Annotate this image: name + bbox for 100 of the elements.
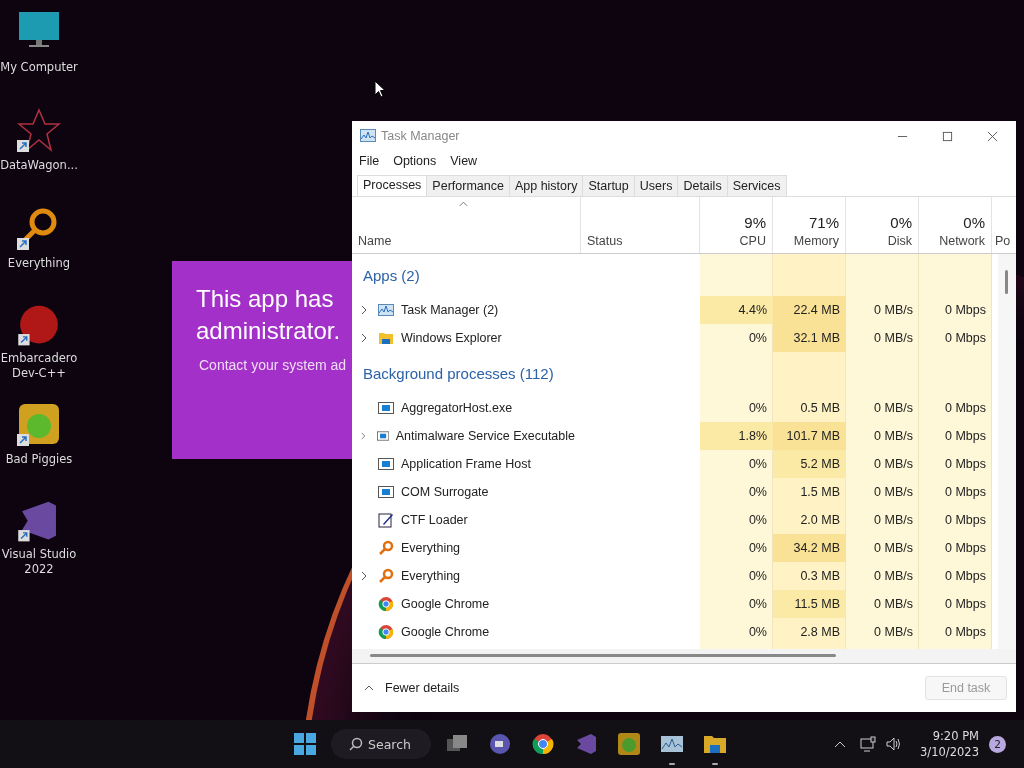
tab[interactable]: Services (726, 175, 787, 196)
desktop-icon-label[interactable]: My Computer (0, 60, 78, 75)
cpu-value: 0% (748, 457, 767, 471)
cpu-value: 1.8% (738, 429, 767, 443)
process-name[interactable]: Windows Explorer (401, 331, 502, 345)
disk-value: 0 MB/s (874, 485, 913, 499)
column-header[interactable]: Status (587, 234, 623, 248)
network-value: 0 Mbps (945, 625, 986, 639)
process-name[interactable]: Everything (401, 569, 461, 583)
process-name[interactable]: COM Surrogate (401, 485, 489, 499)
process-name[interactable]: AggregatorHost.exe (401, 401, 513, 415)
memory-value: 101.7 MB (786, 429, 840, 443)
process-name[interactable]: Google Chrome (401, 597, 490, 611)
process-name[interactable]: Everything (401, 541, 461, 555)
network-value: 0 Mbps (945, 485, 986, 499)
network-value: 0 Mbps (945, 429, 986, 443)
folder-icon (378, 330, 394, 346)
clock-time[interactable]: 9:20 PM (932, 728, 979, 744)
close-icon[interactable] (987, 130, 998, 142)
column-header[interactable]: Name (358, 234, 392, 248)
column-header[interactable]: CPU (739, 234, 766, 248)
memory-value: 1.5 MB (800, 485, 840, 499)
desktop-icon-label[interactable]: Bad Piggies (5, 452, 73, 467)
vertical-scrollbar[interactable] (998, 254, 1016, 649)
start-icon[interactable] (293, 732, 317, 756)
tab[interactable]: App history (508, 175, 584, 196)
cpu-value: 4.4% (738, 303, 767, 317)
memory-value: 2.0 MB (800, 513, 840, 527)
desktop-icon-label[interactable]: DataWagon... (0, 158, 78, 173)
memory-value: 5.2 MB (800, 457, 840, 471)
network-value: 0 Mbps (945, 457, 986, 471)
network-value: 0 Mbps (945, 401, 986, 415)
cpu-value: 0% (748, 485, 767, 499)
chart-icon (360, 129, 376, 143)
notification-badge[interactable]: 2 (989, 735, 1006, 753)
window-title: Task Manager (381, 129, 460, 143)
cpu-value: 0% (748, 401, 767, 415)
clock-date[interactable]: 3/10/2023 (920, 744, 979, 760)
process-name[interactable]: Task Manager (2) (401, 303, 499, 317)
column-total: 0% (890, 214, 912, 231)
network-value: 0 Mbps (945, 541, 986, 555)
tab[interactable]: Processes (357, 175, 428, 196)
pig-icon[interactable] (616, 732, 641, 756)
star-pattern-icon[interactable] (15, 106, 63, 154)
tab[interactable]: Startup (582, 175, 635, 196)
desktop-icon-label[interactable]: Everything (7, 256, 71, 271)
cpu-value: 0% (748, 625, 767, 639)
menu-item[interactable]: File (359, 154, 380, 168)
cpu-value: 0% (748, 541, 767, 555)
memory-value: 0.3 MB (800, 569, 840, 583)
notification-title: administrator. (196, 316, 342, 346)
process-name[interactable]: Application Frame Host (401, 457, 531, 471)
process-name[interactable]: Antimalware Service Executable (395, 429, 575, 443)
memory-value: 0.5 MB (800, 401, 840, 415)
tab[interactable]: Users (633, 175, 679, 196)
group-header: Background processes (112) (363, 364, 554, 382)
tab[interactable]: Performance (426, 175, 510, 196)
column-header[interactable]: Network (939, 234, 985, 248)
horizontal-scrollbar[interactable] (352, 649, 1016, 664)
chart-icon (378, 302, 394, 318)
column-header[interactable]: Disk (887, 234, 912, 248)
process-name[interactable]: Google Chrome (401, 625, 490, 639)
chevron-up-icon[interactable] (834, 740, 847, 748)
memory-value: 22.4 MB (793, 303, 840, 317)
tab[interactable]: Details (677, 175, 728, 196)
expand-chevron-icon[interactable] (361, 333, 367, 343)
expand-chevron-icon[interactable] (361, 305, 367, 315)
memory-value: 34.2 MB (793, 541, 840, 555)
disk-value: 0 MB/s (874, 541, 913, 555)
network-value: 0 Mbps (945, 331, 986, 345)
fewer-details-button[interactable]: Fewer details (362, 679, 462, 697)
network-value: 0 Mbps (945, 513, 986, 527)
chrome-icon[interactable] (530, 732, 555, 756)
disk-value: 0 MB/s (874, 303, 913, 317)
cpu-value: 0% (748, 569, 767, 583)
group-header: Apps (2) (363, 266, 420, 284)
video-chat-icon[interactable] (487, 732, 512, 756)
volume-icon[interactable] (886, 736, 903, 752)
desktop-icon-label[interactable]: Visual Studio 2022 (0, 547, 78, 576)
menu-item[interactable]: View (450, 154, 478, 168)
network-icon[interactable] (860, 736, 877, 752)
network-value: 0 Mbps (945, 597, 986, 611)
desktop-icon-label[interactable]: Embarcadero Dev-C++ (0, 351, 78, 380)
expand-chevron-icon[interactable] (361, 571, 367, 581)
disk-value: 0 MB/s (874, 401, 913, 415)
column-header[interactable]: Po (995, 234, 1016, 248)
process-name[interactable]: CTF Loader (401, 513, 468, 527)
network-value: 0 Mbps (945, 303, 986, 317)
search-icon (349, 737, 363, 751)
magnifier-icon (378, 568, 394, 584)
column-total: 9% (744, 214, 766, 231)
maximize-icon[interactable] (942, 130, 953, 142)
search-button[interactable]: Search (331, 729, 431, 759)
menu-item[interactable]: Options (393, 154, 437, 168)
disk-value: 0 MB/s (874, 513, 913, 527)
disk-value: 0 MB/s (874, 429, 913, 443)
network-value: 0 Mbps (945, 569, 986, 583)
column-header[interactable]: Memory (793, 234, 839, 248)
column-total: 71% (808, 214, 839, 231)
notification-title: This app has (196, 284, 335, 314)
